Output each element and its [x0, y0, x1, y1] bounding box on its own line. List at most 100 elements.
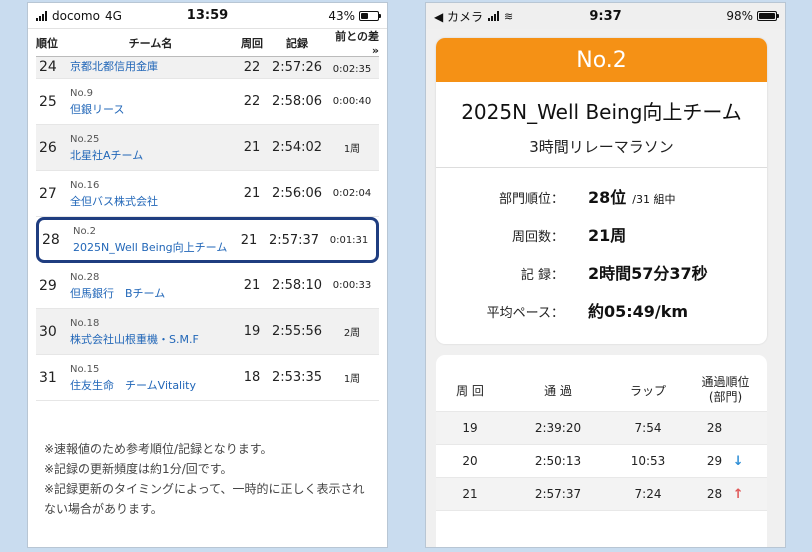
row-time: 2:53:35	[271, 370, 323, 385]
table-row[interactable]: 25 No.9 但銀リース 22 2:58:06 0:00:40	[36, 79, 379, 125]
stat-value: 28位	[588, 188, 627, 207]
stat-value: 21周	[588, 226, 627, 245]
row-rank: 28	[42, 232, 60, 248]
lap-row: 19 2:39:20 7:54 28	[436, 411, 767, 444]
battery-percent: 43%	[328, 8, 355, 23]
status-bar: docomo 4G 13:59 43%	[28, 3, 387, 29]
header-team: チーム名	[128, 36, 173, 50]
stat-sub: /31 組中	[632, 193, 676, 206]
lap-time: 10:53	[630, 454, 666, 468]
row-diff: 1周	[343, 374, 361, 385]
team-number: No.28	[70, 271, 100, 283]
stat-average-pace: 平均ペース： 約05:49/km	[436, 298, 767, 321]
note-line: ※記録更新のタイミングによって、一時的に正しく表示されない場合があります。	[44, 482, 365, 516]
lap-number: 19	[462, 421, 478, 435]
lap-position: 28	[706, 487, 723, 501]
row-rank: 30	[39, 323, 57, 340]
battery-icon	[757, 11, 779, 21]
team-number: No.15	[70, 363, 100, 375]
team-name-link[interactable]: 京都北都信用金庫	[70, 59, 235, 75]
team-info-card: No.2 2025N_Well Being向上チーム 3時間リレーマラソン 部門…	[436, 38, 767, 344]
table-row[interactable]: 30 No.18 株式会社山根重機・S.M.F 19 2:55:56 2周	[36, 309, 379, 355]
row-diff: 0:02:35	[332, 64, 372, 75]
row-laps: 18	[243, 370, 261, 385]
row-time: 2:55:56	[271, 324, 323, 339]
ranking-table: 順位 チーム名 周回 記録 前との差 » 24 京都北都信用金庫 22 2:57…	[36, 29, 379, 401]
stat-label: 周回数：	[511, 230, 564, 245]
team-name-link[interactable]: 住友生命 チームVitality	[70, 378, 235, 394]
arrow-up-icon: ↑	[732, 486, 744, 502]
network-type: 4G	[104, 8, 122, 23]
table-row[interactable]: 24 京都北都信用金庫 22 2:57:26 0:02:35	[36, 57, 379, 79]
table-row[interactable]: 26 No.25 北星社Aチーム 21 2:54:02 1周	[36, 125, 379, 171]
row-diff: 0:01:31	[329, 234, 369, 246]
lap-table-header: 周 回 通 過 ラップ 通過順位 (部門)	[436, 369, 767, 411]
team-number: No.25	[70, 133, 100, 145]
row-diff: 0:00:40	[332, 96, 372, 107]
lap-time: 7:24	[634, 487, 662, 501]
table-row[interactable]: 29 No.28 但馬銀行 Bチーム 21 2:58:10 0:00:33	[36, 263, 379, 309]
stat-division-rank: 部門順位： 28位/31 組中	[436, 184, 767, 207]
row-rank: 29	[39, 277, 57, 294]
battery-icon	[359, 10, 381, 21]
empty-row	[436, 510, 767, 543]
lap-position: 28	[706, 421, 723, 435]
row-time: 2:56:06	[271, 186, 323, 201]
team-name-link[interactable]: 全但バス株式会社	[70, 194, 235, 210]
row-rank: 31	[39, 369, 57, 386]
lap-split: 2:57:37	[534, 487, 582, 501]
back-to-app-link[interactable]: ◀ カメラ	[434, 8, 483, 25]
lap-time: 7:54	[634, 421, 662, 435]
row-rank: 27	[39, 185, 57, 202]
row-rank: 26	[39, 139, 57, 156]
header-split: 通 過	[544, 383, 572, 398]
row-diff: 1周	[343, 144, 361, 155]
team-number: No.9	[70, 87, 93, 99]
header-laps: 周回	[241, 36, 263, 50]
stat-label: 平均ペース：	[486, 306, 564, 321]
table-row-highlighted[interactable]: 28 No.2 2025N_Well Being向上チーム 21 2:57:37 …	[36, 217, 379, 263]
row-time: 2:54:02	[271, 140, 323, 155]
header-diff[interactable]: 前との差 »	[325, 28, 379, 57]
row-laps: 21	[240, 232, 258, 248]
stat-label: 部門順位：	[498, 192, 564, 207]
lap-split: 2:50:13	[534, 454, 582, 468]
stat-value: 2時間57分37秒	[588, 264, 708, 283]
row-laps: 21	[243, 140, 261, 155]
team-name-link[interactable]: 株式会社山根重機・S.M.F	[70, 332, 235, 348]
stat-record: 記 録： 2時間57分37秒	[436, 260, 767, 283]
row-diff: 2周	[343, 328, 361, 339]
table-row[interactable]: 27 No.16 全但バス株式会社 21 2:56:06 0:02:04	[36, 171, 379, 217]
team-name-link[interactable]: 但馬銀行 Bチーム	[70, 286, 235, 302]
row-laps: 22	[243, 94, 261, 109]
row-time: 2:57:26	[271, 60, 323, 75]
lap-row: 20 2:50:13 10:53 29 ↓	[436, 444, 767, 477]
row-time: 2:57:37	[268, 232, 320, 248]
note-line: ※速報値のため参考順位/記録となります。	[44, 442, 273, 456]
team-name-link[interactable]: 2025N_Well Being向上チーム	[73, 240, 232, 256]
stat-label: 記 録：	[520, 268, 564, 283]
team-name-link[interactable]: 北星社Aチーム	[70, 148, 235, 164]
note-line: ※記録の更新頻度は約1分/回です。	[44, 462, 233, 476]
signal-icon	[488, 11, 500, 21]
team-name-link[interactable]: 但銀リース	[70, 102, 235, 118]
event-name: 3時間リレーマラソン	[436, 136, 767, 168]
carrier-name: docomo	[52, 8, 100, 23]
row-laps: 19	[243, 324, 261, 339]
battery-percent: 98%	[726, 9, 753, 23]
row-laps: 21	[243, 186, 261, 201]
lap-number: 21	[462, 487, 478, 501]
table-header: 順位 チーム名 周回 記録 前との差 »	[36, 29, 379, 57]
table-row[interactable]: 31 No.15 住友生命 チームVitality 18 2:53:35 1周	[36, 355, 379, 401]
row-diff: 0:02:04	[332, 188, 372, 199]
team-number-banner: No.2	[436, 38, 767, 82]
stat-value: 約05:49/km	[588, 302, 689, 321]
lap-table-card: 周 回 通 過 ラップ 通過順位 (部門) 19 2:39:20 7:54 28…	[436, 355, 767, 547]
row-time: 2:58:06	[271, 94, 323, 109]
signal-icon	[36, 10, 47, 21]
row-rank: 24	[39, 59, 57, 75]
status-bar: ◀ カメラ ≋ 9:37 98%	[426, 3, 785, 29]
disclaimer-notes: ※速報値のため参考順位/記録となります。 ※記録の更新頻度は約1分/回です。 ※…	[44, 439, 373, 519]
stat-lap-count: 周回数： 21周	[436, 222, 767, 245]
header-lap: 周 回	[456, 383, 484, 398]
